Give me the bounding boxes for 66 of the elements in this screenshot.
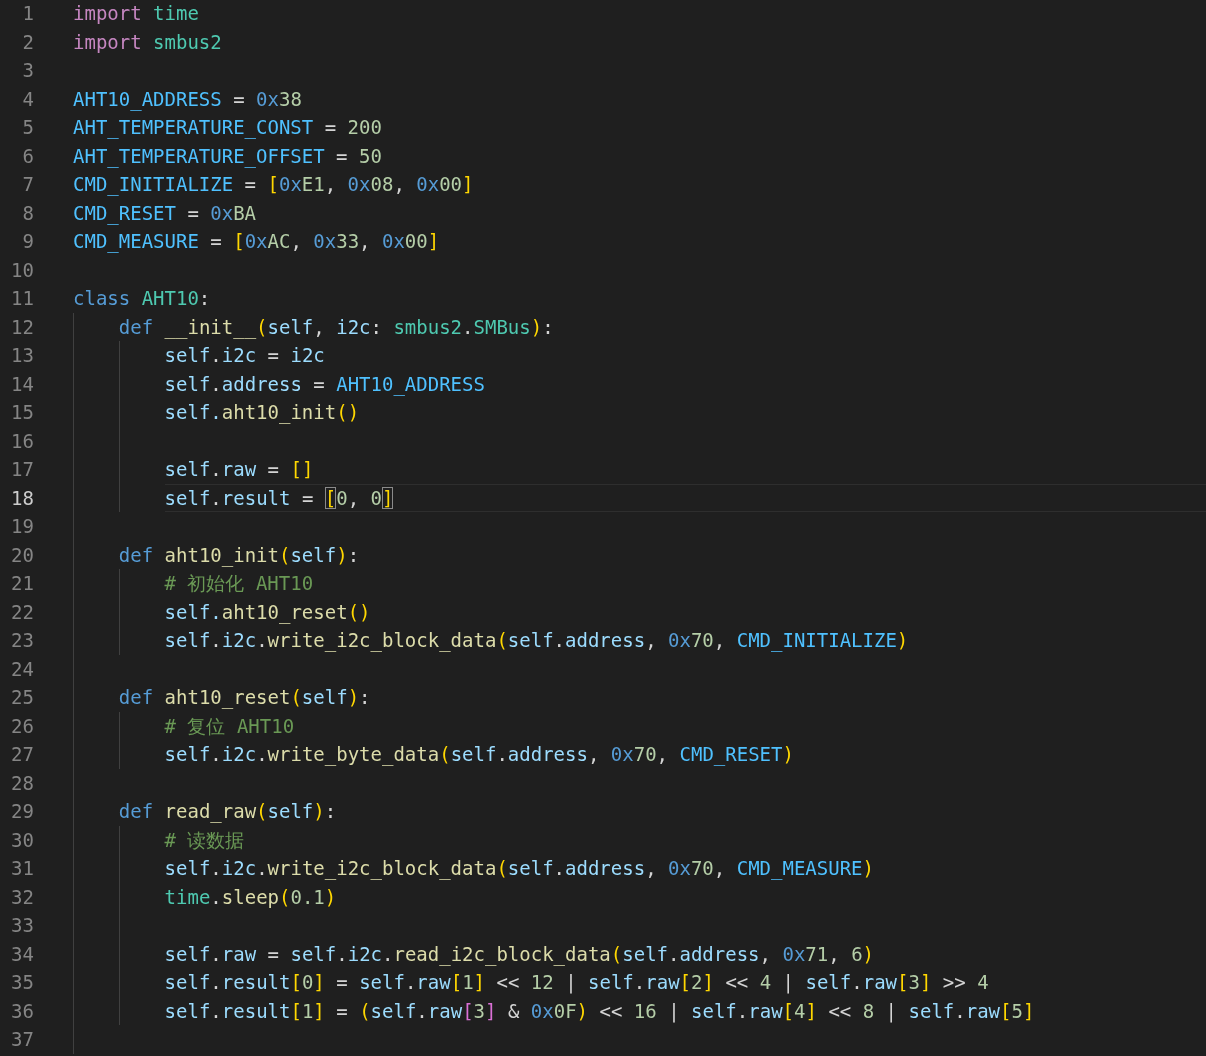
line-number: 31 bbox=[10, 856, 34, 881]
line-number: 22 bbox=[10, 599, 34, 625]
code-line: self.result[1] = (self.raw[3] & 0x0F) << 16 | self.raw[4] << 8 | self.raw[5] bbox=[164, 998, 1036, 1025]
line-number: 25 bbox=[10, 685, 34, 710]
line-number: 7 bbox=[21, 172, 34, 197]
code-line: def read_raw(self): bbox=[118, 799, 338, 825]
line-number: 23 bbox=[10, 628, 34, 653]
line-number: 2 bbox=[21, 29, 34, 55]
line-number: 18 bbox=[10, 485, 34, 511]
code-line: self.i2c.write_i2c_block_data(self.address, 0x70, CMD_MEASURE) bbox=[164, 856, 875, 882]
code-line: self.aht10_init() bbox=[164, 400, 361, 426]
line-number: 33 bbox=[10, 913, 34, 938]
code-line: def __init__(self, i2c: smbus2.SMBus): bbox=[118, 314, 555, 341]
code-line: CMD_INITIALIZE = [0xE1, 0x08, 0x00] bbox=[73, 172, 475, 198]
code-line: self.raw = [] bbox=[164, 457, 315, 482]
code-line: self.i2c.write_byte_data(self.address, 0x70, CMD_RESET) bbox=[164, 742, 795, 768]
line-number: 28 bbox=[10, 770, 34, 796]
code-line: self.result = [0, 0] bbox=[164, 483, 1206, 512]
code-line: self.i2c.write_i2c_block_data(self.address, 0x70, CMD_INITIALIZE) bbox=[164, 628, 910, 654]
line-number: 37 bbox=[10, 1027, 34, 1052]
code-line: AHT_TEMPERATURE_OFFSET = 50 bbox=[73, 143, 383, 170]
code-line: # 复位 AHT10 bbox=[164, 713, 296, 739]
code-line: self.result[0] = self.raw[1] << 12 | self.raw[2] << 4 | self.raw[3] >> 4 bbox=[164, 970, 990, 996]
line-number: 13 bbox=[10, 343, 34, 368]
code-line: AHT_TEMPERATURE_CONST = 200 bbox=[73, 115, 383, 141]
line-number: 32 bbox=[10, 884, 34, 910]
code-line: def aht10_reset(self): bbox=[118, 685, 372, 711]
line-number: 20 bbox=[10, 542, 34, 568]
line-number: 21 bbox=[10, 571, 34, 596]
line-number: 10 bbox=[10, 257, 34, 283]
line-number: 3 bbox=[21, 58, 34, 83]
line-number: 27 bbox=[10, 742, 34, 767]
line-number: 17 bbox=[10, 457, 34, 482]
line-number: 11 bbox=[10, 286, 34, 311]
code-line: class AHT10: bbox=[73, 286, 212, 311]
line-number: 16 bbox=[10, 428, 34, 454]
code-line: self.i2c = i2c bbox=[164, 343, 326, 368]
line-number: 9 bbox=[21, 229, 34, 254]
code-line: self.aht10_reset() bbox=[164, 599, 372, 626]
code-line: CMD_RESET = 0xBA bbox=[73, 200, 258, 227]
line-number: 1 bbox=[21, 1, 34, 26]
line-number: 24 bbox=[10, 656, 34, 682]
line-number: 15 bbox=[10, 400, 34, 425]
line-number: 19 bbox=[10, 514, 34, 539]
line-number: 34 bbox=[10, 941, 34, 967]
code-line: # 读数据 bbox=[164, 827, 246, 853]
line-number: 12 bbox=[10, 314, 34, 340]
code-line: def aht10_init(self): bbox=[118, 542, 361, 569]
line-number: 8 bbox=[21, 200, 34, 226]
code-line: time.sleep(0.1) bbox=[164, 884, 338, 910]
line-number: 14 bbox=[10, 371, 34, 397]
code-line: import smbus2 bbox=[73, 29, 223, 55]
code-line: import time bbox=[73, 1, 200, 26]
code-line: self.raw = self.i2c.read_i2c_block_data(self.address, 0x71, 6) bbox=[164, 941, 876, 968]
line-number: 26 bbox=[10, 713, 34, 739]
code-line: CMD_MEASURE = [0xAC, 0x33, 0x00] bbox=[73, 229, 441, 255]
line-number: 5 bbox=[21, 115, 34, 140]
code-line: self.address = AHT10_ADDRESS bbox=[164, 371, 486, 398]
line-number: 29 bbox=[10, 799, 34, 824]
code-line: AHT10_ADDRESS = 0x38 bbox=[73, 86, 303, 113]
line-number: 4 bbox=[21, 86, 34, 112]
code-line: # 初始化 AHT10 bbox=[164, 571, 315, 596]
line-number: 6 bbox=[21, 143, 34, 169]
line-number: 35 bbox=[10, 970, 34, 995]
line-number: 36 bbox=[10, 998, 34, 1024]
line-number: 30 bbox=[10, 827, 34, 853]
